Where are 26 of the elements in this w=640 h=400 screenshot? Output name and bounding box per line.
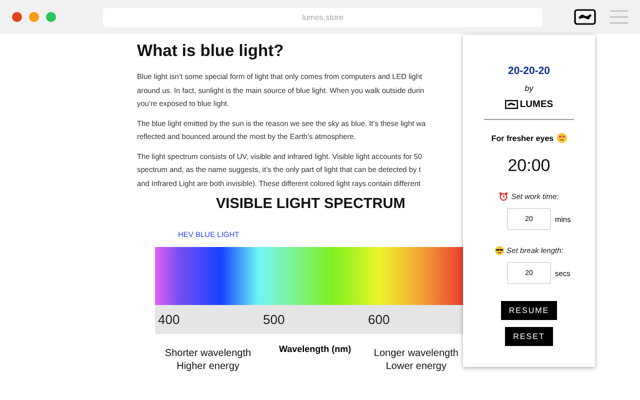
by-text: by — [524, 84, 534, 93]
tick-label: 500 — [262, 312, 286, 327]
note-text: Longer wavelength — [374, 347, 458, 360]
popup-button[interactable]: RESET — [505, 327, 553, 346]
countdown-timer: 20:00 — [508, 156, 550, 176]
spectrum-title: VISIBLE LIGHT SPECTRUM — [216, 196, 406, 212]
note-text: Lower energy — [386, 360, 446, 373]
extension-icon[interactable] — [574, 9, 596, 25]
alarm-clock-icon — [499, 192, 508, 201]
app-title: 20-20-20 — [508, 65, 550, 77]
maximize-window-button[interactable] — [46, 12, 56, 22]
tick-label: 600 — [367, 312, 391, 327]
menu-icon[interactable] — [610, 10, 628, 24]
note-text: Higher energy — [176, 360, 240, 373]
tagline: For fresher eyes — [491, 134, 554, 142]
minimize-window-button[interactable] — [29, 12, 39, 22]
heart-eyes-face-icon — [556, 133, 567, 143]
note-text: Shorter wavelength — [164, 347, 252, 360]
sunglasses-face-icon — [494, 246, 504, 255]
tick-label: 400 — [157, 312, 181, 327]
axis-title: Wavelength (nm) — [279, 344, 352, 354]
article-heading: What is blue light? — [137, 42, 285, 61]
logo-icon — [504, 100, 518, 109]
brand-name: LUMES — [520, 99, 554, 110]
popup-button[interactable]: RESUME — [500, 301, 558, 320]
close-window-button[interactable] — [12, 12, 22, 22]
